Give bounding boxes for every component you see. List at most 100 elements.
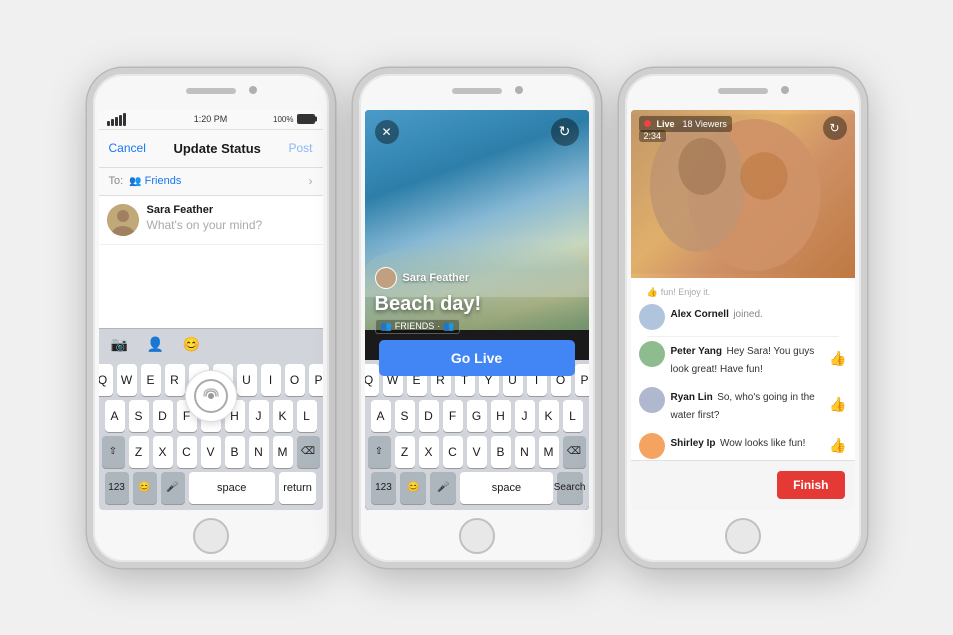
rotate-button-3[interactable]: ↻ xyxy=(823,116,847,140)
p2-key-shift[interactable]: ⇧ xyxy=(368,436,391,468)
key-m[interactable]: M xyxy=(273,436,293,468)
key-return[interactable]: return xyxy=(279,472,317,504)
battery-percent: 100% xyxy=(273,115,293,124)
emoji-tool-icon[interactable]: 😊 xyxy=(181,333,203,355)
top-controls: ✕ ↻ xyxy=(375,118,579,146)
home-button-3[interactable] xyxy=(725,518,761,554)
signal-icon xyxy=(107,113,126,126)
post-button[interactable]: Post xyxy=(288,141,312,155)
p2-keyboard-bottom: 123 😊 🎤 space Search xyxy=(368,472,586,508)
live-icon-circle[interactable] xyxy=(185,370,237,422)
to-label: To: xyxy=(109,175,124,187)
key-u[interactable]: U xyxy=(237,364,257,396)
key-123[interactable]: 123 xyxy=(105,472,129,504)
p2-key-g[interactable]: G xyxy=(467,400,487,432)
p2-key-f[interactable]: F xyxy=(443,400,463,432)
user-name: Sara Feather xyxy=(147,204,315,216)
p2-key-search[interactable]: Search xyxy=(557,472,583,504)
phone-2: ✕ ↻ Sara Feather Beach day! 👥 FRIENDS · … xyxy=(353,68,601,568)
comment-avatar xyxy=(639,304,665,330)
key-a[interactable]: A xyxy=(105,400,125,432)
p2-key-l[interactable]: L xyxy=(563,400,583,432)
enjoy-text: 👍 fun! Enjoy it. xyxy=(639,284,847,298)
live-video-feed: Live 18 Viewers 2:34 ↻ xyxy=(631,110,855,278)
p2-key-p[interactable]: P xyxy=(575,364,589,396)
composer-placeholder[interactable]: What's on your mind? xyxy=(147,218,315,232)
camera-tool-icon[interactable]: 📷 xyxy=(109,333,131,355)
key-s[interactable]: S xyxy=(129,400,149,432)
key-mic[interactable]: 🎤 xyxy=(161,472,185,504)
p2-key-emoji[interactable]: 😊 xyxy=(400,472,426,504)
p2-key-space[interactable]: space xyxy=(460,472,552,504)
stream-timer: 2:34 xyxy=(639,130,667,142)
battery-icon xyxy=(297,114,315,124)
p2-key-123[interactable]: 123 xyxy=(371,472,397,504)
key-b[interactable]: B xyxy=(225,436,245,468)
like-button[interactable]: 👍 xyxy=(829,350,846,367)
p2-key-m[interactable]: M xyxy=(539,436,559,468)
person-tool-icon[interactable]: 👤 xyxy=(145,333,167,355)
p2-key-q[interactable]: Q xyxy=(365,364,379,396)
cancel-button[interactable]: Cancel xyxy=(109,141,146,155)
p2-key-c[interactable]: C xyxy=(443,436,463,468)
p2-key-d[interactable]: D xyxy=(419,400,439,432)
p2-key-j[interactable]: J xyxy=(515,400,535,432)
key-c[interactable]: C xyxy=(177,436,197,468)
p2-key-delete[interactable]: ⌫ xyxy=(563,436,586,468)
key-j[interactable]: J xyxy=(249,400,269,432)
p2-key-x[interactable]: X xyxy=(419,436,439,468)
key-l[interactable]: L xyxy=(297,400,317,432)
friends-button[interactable]: 👥 Friends xyxy=(129,175,181,187)
rotate-button[interactable]: ↻ xyxy=(551,118,579,146)
p2-key-s[interactable]: S xyxy=(395,400,415,432)
key-k[interactable]: K xyxy=(273,400,293,432)
home-button-1[interactable] xyxy=(193,518,229,554)
key-i[interactable]: I xyxy=(261,364,281,396)
key-z[interactable]: Z xyxy=(129,436,149,468)
live-preview-screen: ✕ ↻ Sara Feather Beach day! 👥 FRIENDS · … xyxy=(365,110,589,510)
time-display: 1:20 PM xyxy=(194,114,228,124)
key-p[interactable]: P xyxy=(309,364,323,396)
key-shift[interactable]: ⇧ xyxy=(102,436,125,468)
comment-avatar xyxy=(639,341,665,367)
audience-tag[interactable]: 👥 FRIENDS · 👥 xyxy=(375,319,461,334)
composer-area: Sara Feather What's on your mind? xyxy=(99,196,323,245)
like-button[interactable]: 👍 xyxy=(829,437,846,454)
key-n[interactable]: N xyxy=(249,436,269,468)
phones-container: 1:20 PM 100% Cancel Update Status Post xyxy=(67,48,887,588)
home-button-2[interactable] xyxy=(459,518,495,554)
p2-key-h[interactable]: H xyxy=(491,400,511,432)
phone-1: 1:20 PM 100% Cancel Update Status Post xyxy=(87,68,335,568)
key-e[interactable]: E xyxy=(141,364,161,396)
live-stream-screen: Live 18 Viewers 2:34 ↻ 👍 fun! Enjoy it. xyxy=(631,110,855,510)
audience-label: FRIENDS xyxy=(395,321,435,331)
status-bar-1: 1:20 PM 100% xyxy=(99,110,323,130)
comment-ryan: Ryan Lin So, who's going in the water fi… xyxy=(639,387,847,423)
p2-key-b[interactable]: B xyxy=(491,436,511,468)
key-v[interactable]: V xyxy=(201,436,221,468)
to-row[interactable]: To: 👥 Friends › xyxy=(99,168,323,196)
key-x[interactable]: X xyxy=(153,436,173,468)
p2-key-z[interactable]: Z xyxy=(395,436,415,468)
viewer-count: 18 Viewers xyxy=(683,119,727,129)
key-d[interactable]: D xyxy=(153,400,173,432)
p2-key-mic[interactable]: 🎤 xyxy=(430,472,456,504)
key-o[interactable]: O xyxy=(285,364,305,396)
key-w[interactable]: W xyxy=(117,364,137,396)
p2-key-v[interactable]: V xyxy=(467,436,487,468)
p2-key-a[interactable]: A xyxy=(371,400,391,432)
key-delete[interactable]: ⌫ xyxy=(297,436,320,468)
finish-button[interactable]: Finish xyxy=(777,471,844,499)
key-space[interactable]: space xyxy=(189,472,275,504)
key-r[interactable]: R xyxy=(165,364,185,396)
p2-key-n[interactable]: N xyxy=(515,436,535,468)
p2-key-k[interactable]: K xyxy=(539,400,559,432)
p2-keyboard-row-2: A S D F G H J K L xyxy=(368,400,586,432)
key-q[interactable]: Q xyxy=(99,364,113,396)
navbar-1: Cancel Update Status Post xyxy=(99,130,323,168)
close-button[interactable]: ✕ xyxy=(375,120,399,144)
live-label: Live xyxy=(653,118,679,130)
go-live-button[interactable]: Go Live xyxy=(379,340,575,376)
key-emoji[interactable]: 😊 xyxy=(133,472,157,504)
like-button[interactable]: 👍 xyxy=(829,396,846,413)
